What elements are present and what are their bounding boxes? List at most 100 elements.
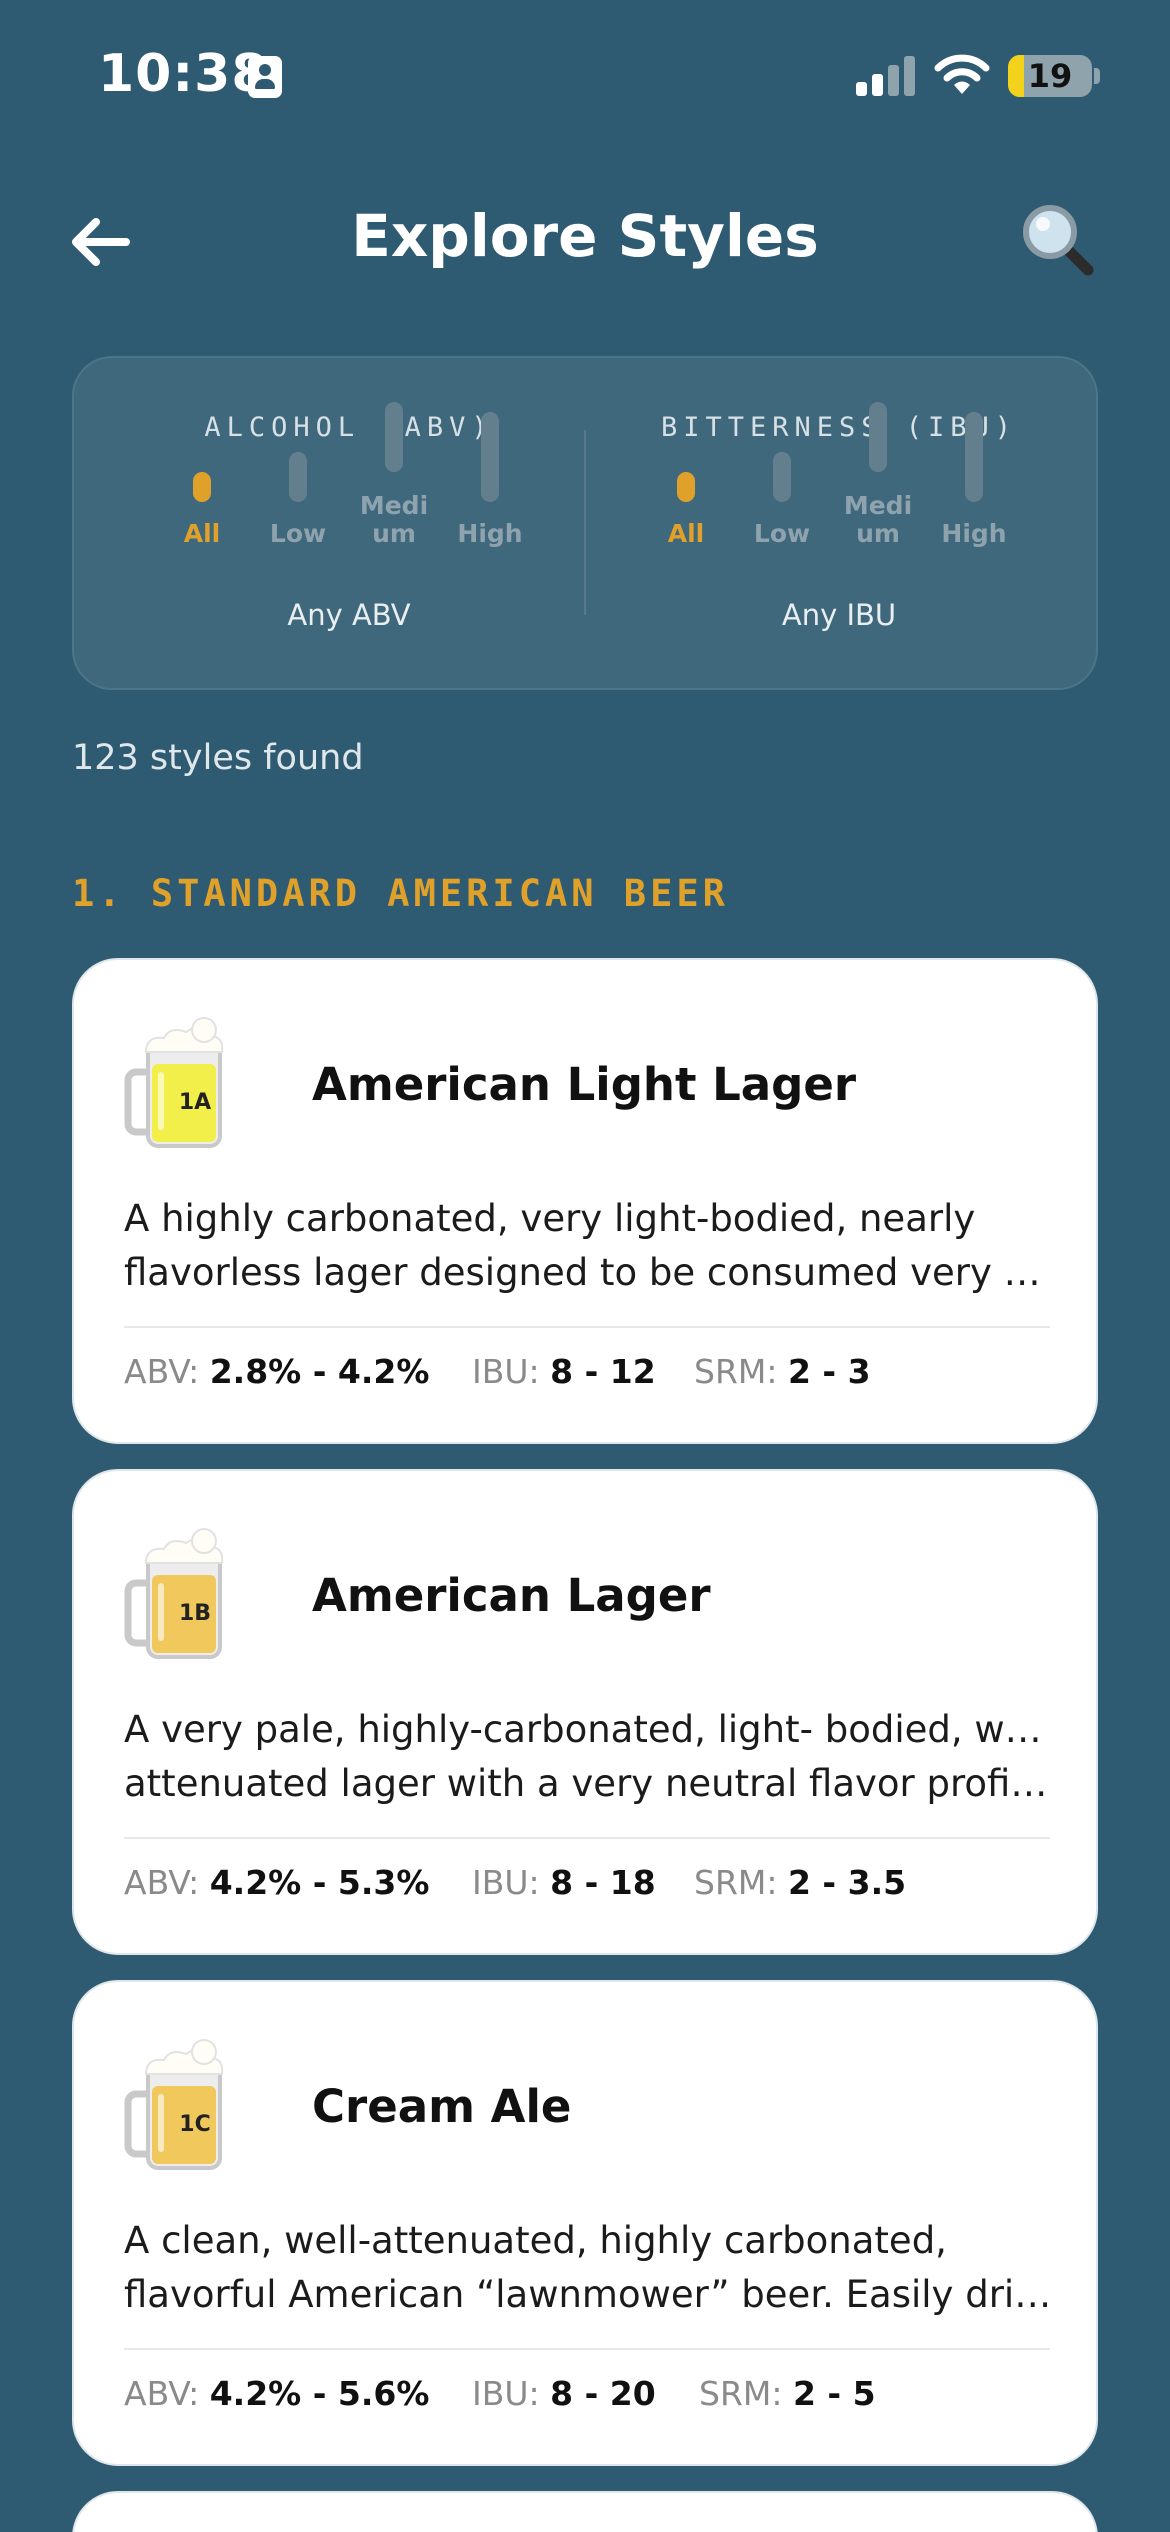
style-card[interactable]: 1B American Lager A very pale, highly-ca… <box>72 1469 1098 1955</box>
ibu-stat: IBU: 8 - 12 <box>472 1352 656 1391</box>
ibu-option-all[interactable]: All <box>638 438 734 548</box>
abv-filter-value: Any ABV <box>287 598 411 632</box>
level-bar <box>481 412 499 502</box>
style-stats: ABV: 2.8% - 4.2% IBU: 8 - 12 SRM: 2 - 3 <box>124 1352 1054 1402</box>
abv-stat: ABV: 4.2% - 5.3% <box>124 1863 429 1902</box>
search-button[interactable] <box>1018 200 1098 280</box>
battery-level-text: 19 <box>1027 57 1073 95</box>
level-bar <box>773 452 791 502</box>
style-card[interactable]: 1C Cream Ale A clean, well-attenuated, h… <box>72 1980 1098 2466</box>
cellular-signal-icon <box>856 56 916 96</box>
filter-divider <box>584 430 586 615</box>
wifi-icon <box>934 54 990 94</box>
stat-value: 4.2% - 5.6% <box>209 2374 430 2413</box>
ibu-stat: IBU: 8 - 20 <box>472 2374 656 2413</box>
card-divider <box>124 1837 1050 1839</box>
stat-value: 8 - 18 <box>550 1863 656 1902</box>
nav-bar: Explore Styles <box>0 180 1170 300</box>
stat-value: 4.2% - 5.3% <box>209 1863 430 1902</box>
abv-filter: ALCOHOL (ABV) All Low Medi um High Any A <box>104 358 594 688</box>
id-card-icon <box>248 56 282 98</box>
style-stats: ABV: 4.2% - 5.6% IBU: 8 - 20 SRM: 2 - 5 <box>124 2374 1054 2424</box>
beer-mug-icon <box>124 2039 224 2170</box>
abv-option-medium[interactable]: Medi um <box>346 402 442 548</box>
level-bar <box>385 402 403 472</box>
ibu-option-medium[interactable]: Medi um <box>830 402 926 548</box>
abv-option-low[interactable]: Low <box>250 438 346 548</box>
abv-option-all[interactable]: All <box>154 438 250 548</box>
style-card-partial[interactable] <box>72 2491 1098 2532</box>
stat-value: 8 - 20 <box>550 2374 656 2413</box>
stat-value: 2 - 5 <box>792 2374 876 2413</box>
stat-value: 2 - 3 <box>787 1352 871 1391</box>
stat-label: ABV: <box>124 1863 200 1902</box>
style-card[interactable]: 1A American Light Lager A highly carbona… <box>72 958 1098 1444</box>
srm-stat: SRM: 2 - 5 <box>699 2374 876 2413</box>
abv-option-label: Low <box>269 519 327 548</box>
style-name: American Light Lager <box>312 1058 857 1111</box>
ibu-filter: BITTERNESS (IBU) All Low Medi um High An <box>594 358 1084 688</box>
battery-cap <box>1094 68 1100 84</box>
status-time: 10:38 <box>98 44 269 104</box>
ibu-option-label: All <box>667 519 705 548</box>
abv-option-label: High <box>457 519 523 548</box>
ibu-option-label: Medi um <box>830 492 926 548</box>
level-bar <box>193 472 211 502</box>
ibu-option-low[interactable]: Low <box>734 438 830 548</box>
style-stats: ABV: 4.2% - 5.3% IBU: 8 - 18 SRM: 2 - 3.… <box>124 1863 1054 1913</box>
abv-stat: ABV: 2.8% - 4.2% <box>124 1352 429 1391</box>
page-title: Explore Styles <box>351 202 819 270</box>
description-line: flavorless lager designed to be consumed… <box>124 1251 1054 1294</box>
abv-stat: ABV: 4.2% - 5.6% <box>124 2374 429 2413</box>
stat-label: IBU: <box>472 1863 540 1902</box>
stat-label: SRM: <box>694 1352 778 1391</box>
srm-stat: SRM: 2 - 3 <box>694 1352 871 1391</box>
stat-value: 2.8% - 4.2% <box>209 1352 430 1391</box>
explore-styles-screen: 10:38 19 Explore Styles ALCOHOL (ABV) Al… <box>0 0 1170 2532</box>
card-divider <box>124 2348 1050 2350</box>
label-line: um <box>372 519 416 548</box>
abv-option-high[interactable]: High <box>442 412 538 548</box>
section-heading: 1. STANDARD AMERICAN BEER <box>72 872 729 915</box>
style-code: 1A <box>178 1090 212 1115</box>
description-line: A very pale, highly-carbonated, light- b… <box>124 1708 1054 1751</box>
label-line: Medi <box>359 491 429 520</box>
style-description: A clean, well-attenuated, highly carbona… <box>124 2214 1054 2322</box>
abv-option-label: Medi um <box>346 492 442 548</box>
level-bar <box>965 412 983 502</box>
ibu-option-label: High <box>941 519 1007 548</box>
stat-label: IBU: <box>472 1352 540 1391</box>
style-description: A very pale, highly-carbonated, light- b… <box>124 1703 1054 1811</box>
style-code: 1C <box>179 2112 211 2137</box>
style-name: Cream Ale <box>312 2080 572 2133</box>
status-bar: 10:38 19 <box>0 0 1170 150</box>
ibu-stat: IBU: 8 - 18 <box>472 1863 656 1902</box>
battery-icon: 19 <box>1008 55 1092 97</box>
stat-label: IBU: <box>472 2374 540 2413</box>
results-count: 123 styles found <box>72 738 364 778</box>
abv-option-label: All <box>183 519 221 548</box>
style-code: 1B <box>178 1601 212 1626</box>
magnifier-icon <box>1023 205 1094 276</box>
ibu-filter-value: Any IBU <box>781 598 897 632</box>
stat-value: 2 - 3.5 <box>787 1863 907 1902</box>
ibu-option-label: Low <box>753 519 811 548</box>
description-line: A highly carbonated, very light-bodied, … <box>124 1197 976 1240</box>
label-line: um <box>856 519 900 548</box>
beer-mug-icon <box>124 1528 224 1659</box>
stat-label: SRM: <box>694 1863 778 1902</box>
stat-label: ABV: <box>124 2374 200 2413</box>
stat-value: 8 - 12 <box>550 1352 656 1391</box>
label-line: Medi <box>843 491 913 520</box>
description-line: flavorful American “lawnmower” beer. Eas… <box>124 2273 1054 2316</box>
level-bar <box>869 402 887 472</box>
stat-label: SRM: <box>699 2374 783 2413</box>
stat-label: ABV: <box>124 1352 200 1391</box>
level-bar <box>677 472 695 502</box>
ibu-option-high[interactable]: High <box>926 412 1022 548</box>
level-bar <box>289 452 307 502</box>
style-name: American Lager <box>312 1569 711 1622</box>
card-divider <box>124 1326 1050 1328</box>
filter-panel: ALCOHOL (ABV) All Low Medi um High Any A <box>72 356 1098 690</box>
srm-stat: SRM: 2 - 3.5 <box>694 1863 906 1902</box>
